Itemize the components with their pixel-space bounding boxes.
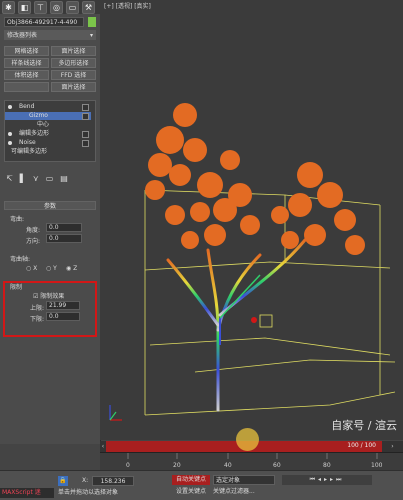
display-icon[interactable]: ▭ [66, 1, 79, 14]
modify-icon[interactable]: ◧ [18, 1, 31, 14]
lock-selection-icon[interactable]: 🔒 [58, 476, 68, 486]
direction-label: 方向: [26, 238, 41, 245]
axis-x-label: X [33, 265, 38, 272]
autokey-button[interactable]: 自动关键点 [172, 475, 210, 485]
key-selection-dropdown[interactable]: 选定对象 [213, 475, 275, 485]
stack-item-bend[interactable]: Bend [5, 103, 91, 111]
stack-tools: ↸▌⋎▭▤ [6, 174, 75, 183]
remove-modifier-icon[interactable]: ▭ [46, 174, 61, 183]
cursor-highlight [236, 428, 259, 451]
chevron-down-icon: ▾ [89, 32, 93, 39]
viewport-scene [109, 103, 396, 421]
ruler-tick-label: 0 [126, 462, 130, 469]
modifier-button[interactable]: 面片选择 [51, 46, 96, 56]
ruler-tick-label: 20 [173, 462, 181, 469]
visibility-icon[interactable] [8, 105, 12, 109]
object-color-swatch[interactable] [88, 17, 96, 27]
playback-controls: ⏮◂▸▸⏭ [282, 475, 372, 485]
set-key-button[interactable]: 设置关键点 [172, 487, 210, 497]
maxscript-listener[interactable]: MAXScript 迷 [0, 488, 54, 498]
modifier-button[interactable]: 网格选择 [4, 46, 49, 56]
axis-z-label: Z [73, 265, 78, 272]
object-name-field[interactable]: Obj3866-492917-4-490 [4, 17, 84, 27]
bend-gizmo-box [144, 189, 396, 416]
motion-icon[interactable]: ◎ [50, 1, 63, 14]
modifier-stack: Bend Gizmo 中心 编辑多边形 Noise 可编辑多边形 [4, 100, 96, 162]
modifier-list-dropdown[interactable]: 修改器列表 ▾ [4, 30, 96, 40]
angle-label: 角度: [26, 227, 41, 234]
key-filters-button[interactable]: 关键点过滤器... [213, 487, 273, 497]
ruler-tick-label: 100 [371, 462, 383, 469]
tree-trunk [166, 238, 307, 412]
ruler-tick-label: 60 [273, 462, 281, 469]
modifier-button[interactable]: 多边形选择 [51, 58, 96, 68]
stack-item-noise[interactable]: Noise [5, 139, 91, 147]
command-panel-tabs: ✱ ◧ ⊤ ◎ ▭ ⚒ [0, 0, 100, 14]
stack-item-toggle[interactable] [82, 131, 89, 138]
status-bar: MAXScript 迷 🔒 单击并拖动以选择对象 X: 158.236 自动关键… [0, 470, 403, 500]
frame-display: 100 / 100 [347, 442, 376, 449]
stack-item-gizmo[interactable]: Gizmo [5, 112, 91, 120]
modifier-button[interactable]: 样条线选择 [4, 58, 49, 68]
ruler-tick-label: 40 [224, 462, 232, 469]
bend-axis-label: 弯曲轴: [10, 256, 31, 263]
direction-spinner[interactable]: 0.0 [46, 234, 82, 243]
ruler-tick-label: 80 [323, 462, 331, 469]
hierarchy-icon[interactable]: ⊤ [34, 1, 47, 14]
show-end-result-icon[interactable]: ▌ [20, 174, 33, 183]
stack-item-label: Bend [19, 103, 35, 110]
x-coord-field[interactable]: 158.236 [92, 476, 134, 486]
pin-stack-icon[interactable]: ↸ [6, 174, 20, 183]
stack-item-label: 可编辑多边形 [11, 148, 48, 155]
configure-sets-icon[interactable]: ▤ [60, 174, 75, 183]
stack-item-label: 编辑多边形 [19, 130, 50, 137]
stack-item-toggle[interactable] [82, 104, 89, 111]
stack-item-edit-poly[interactable]: 编辑多边形 [5, 130, 91, 138]
transform-gizmo [219, 274, 273, 345]
prev-frame-icon[interactable]: ‹ [100, 441, 106, 452]
ruler-ticks: 0 20 40 60 80 100 [126, 453, 383, 469]
perspective-viewport[interactable] [100, 0, 403, 440]
stack-item-toggle[interactable] [82, 113, 89, 120]
axis-z-radio[interactable]: ◉ Z [66, 265, 77, 272]
stack-item-toggle[interactable] [82, 140, 89, 147]
command-panel: Obj3866-492917-4-490 修改器列表 ▾ 网格选择 面片选择 样… [0, 14, 101, 444]
stack-item-label: Noise [19, 139, 36, 146]
stack-item-label: 中心 [37, 121, 50, 128]
axis-y-label: Y [53, 265, 57, 272]
x-coord-label: X: [82, 477, 89, 484]
visibility-icon[interactable] [8, 141, 12, 145]
stack-item-center[interactable]: 中心 [5, 121, 91, 129]
axis-tripod [109, 405, 122, 421]
bend-group-label: 弯曲: [10, 216, 25, 223]
viewport-label[interactable]: [+] [透视] [真实] [104, 1, 151, 10]
watermark: 自家号 / 渲云 [331, 419, 397, 432]
prompt-line: 单击并拖动以选择对象 [58, 489, 119, 496]
tree-foliage [145, 103, 365, 255]
visibility-icon[interactable] [8, 132, 12, 136]
timeline-ruler[interactable]: 0 20 40 60 80 100 [100, 452, 403, 471]
go-to-start-icon[interactable]: ⏮ [310, 476, 318, 483]
modifier-button[interactable]: FFD 选择 [51, 70, 96, 80]
angle-spinner[interactable]: 0.0 [46, 223, 82, 232]
axis-y-radio[interactable]: ○ Y [46, 265, 57, 272]
modifier-button[interactable]: 面片选择 [51, 82, 96, 92]
limit-highlight-box [3, 281, 97, 337]
go-to-end-icon[interactable]: ⏭ [336, 476, 344, 483]
axis-x-radio[interactable]: ○ X [26, 265, 37, 272]
params-rollout-title[interactable]: 参数 [4, 201, 96, 210]
utilities-icon[interactable]: ⚒ [82, 1, 95, 14]
make-unique-icon[interactable]: ⋎ [33, 174, 46, 183]
modifier-button[interactable]: 体积选择 [4, 70, 49, 80]
next-frame-icon[interactable]: › [382, 441, 403, 452]
create-icon[interactable]: ✱ [2, 1, 15, 14]
stack-item-editable-poly[interactable]: 可编辑多边形 [5, 148, 91, 156]
stack-item-label: Gizmo [29, 112, 48, 119]
modifier-list-label: 修改器列表 [7, 32, 38, 39]
modifier-button[interactable] [4, 82, 49, 92]
